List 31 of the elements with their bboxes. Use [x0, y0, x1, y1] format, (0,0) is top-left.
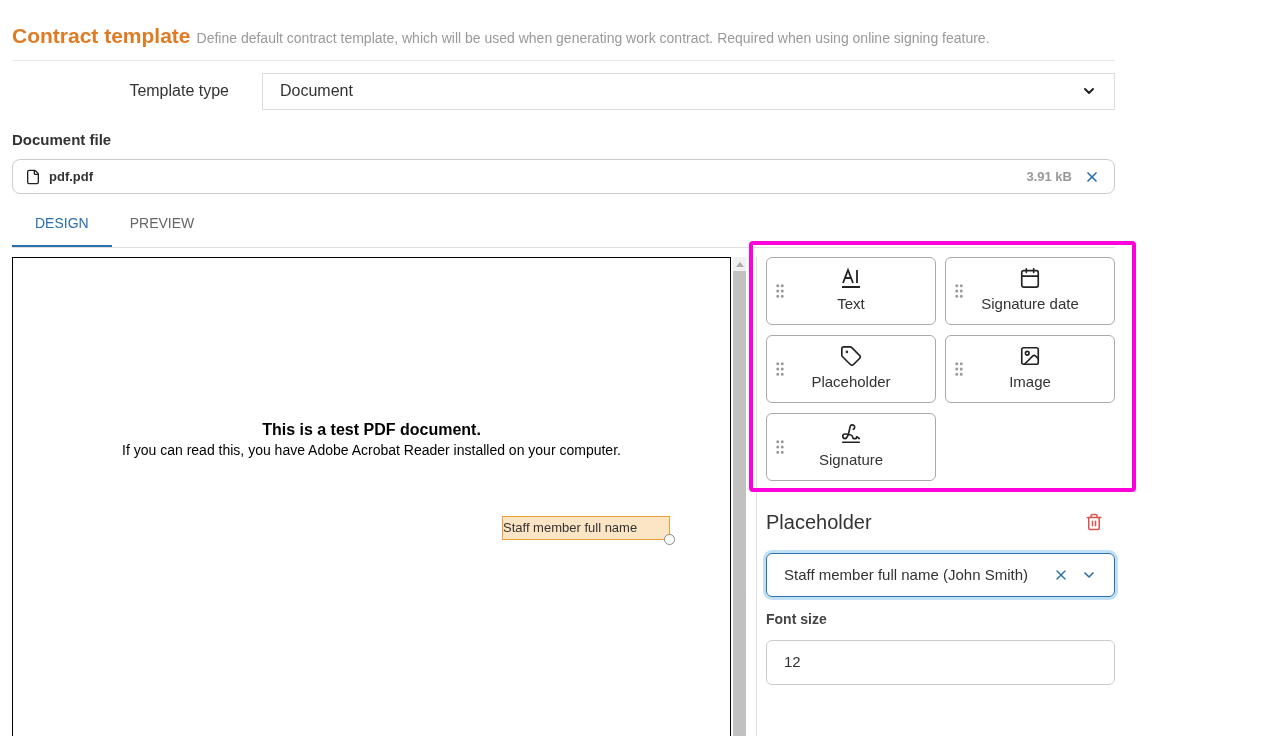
field-type-tile[interactable]: Text	[766, 257, 936, 325]
font-size-field[interactable]: 12	[766, 640, 1115, 685]
signature-icon	[840, 422, 862, 445]
text-format-icon	[840, 266, 862, 289]
field-label: Font size	[766, 610, 828, 629]
resize-handle[interactable]	[664, 534, 675, 545]
tab[interactable]: PREVIEW	[111, 202, 213, 247]
file-field[interactable]: pdf.pdf 3.91 kB	[12, 159, 1115, 194]
tag-icon	[840, 344, 862, 367]
delete-icon[interactable]	[1085, 513, 1103, 531]
panel-title: Placeholder	[766, 510, 872, 535]
field-type-tile[interactable]: Signature date	[945, 257, 1115, 325]
image-icon	[1019, 344, 1041, 367]
file-name: pdf.pdf	[49, 167, 94, 186]
field-type-tile[interactable]: Placeholder	[766, 335, 936, 403]
field-type-tile[interactable]: Signature	[766, 413, 936, 481]
template-type-select[interactable]: Document	[262, 72, 1115, 110]
section-description: Define default contract template, which will be used when generating work contract. Required when using online signing feature.	[196, 29, 990, 48]
file-icon	[25, 168, 41, 185]
scroll-up-icon[interactable]	[735, 261, 744, 267]
field-label: Document file	[12, 129, 113, 150]
section-title: Contract template	[12, 23, 191, 49]
document-body: If you can read this, you have Adobe Acrobat Reader installed on your computer.	[122, 441, 621, 460]
file-size: 3.91 kB	[1026, 167, 1072, 186]
placeholder-select[interactable]: Staff member full name (John Smith)	[766, 553, 1115, 597]
field-type-tile[interactable]: Image	[945, 335, 1115, 403]
calendar-icon	[1019, 266, 1041, 289]
placeholder-field[interactable]: Staff member full name	[502, 516, 670, 540]
document-title: This is a test PDF document.	[262, 420, 481, 440]
tab[interactable]: DESIGN	[12, 202, 112, 247]
field-label: Template type	[128, 81, 230, 101]
